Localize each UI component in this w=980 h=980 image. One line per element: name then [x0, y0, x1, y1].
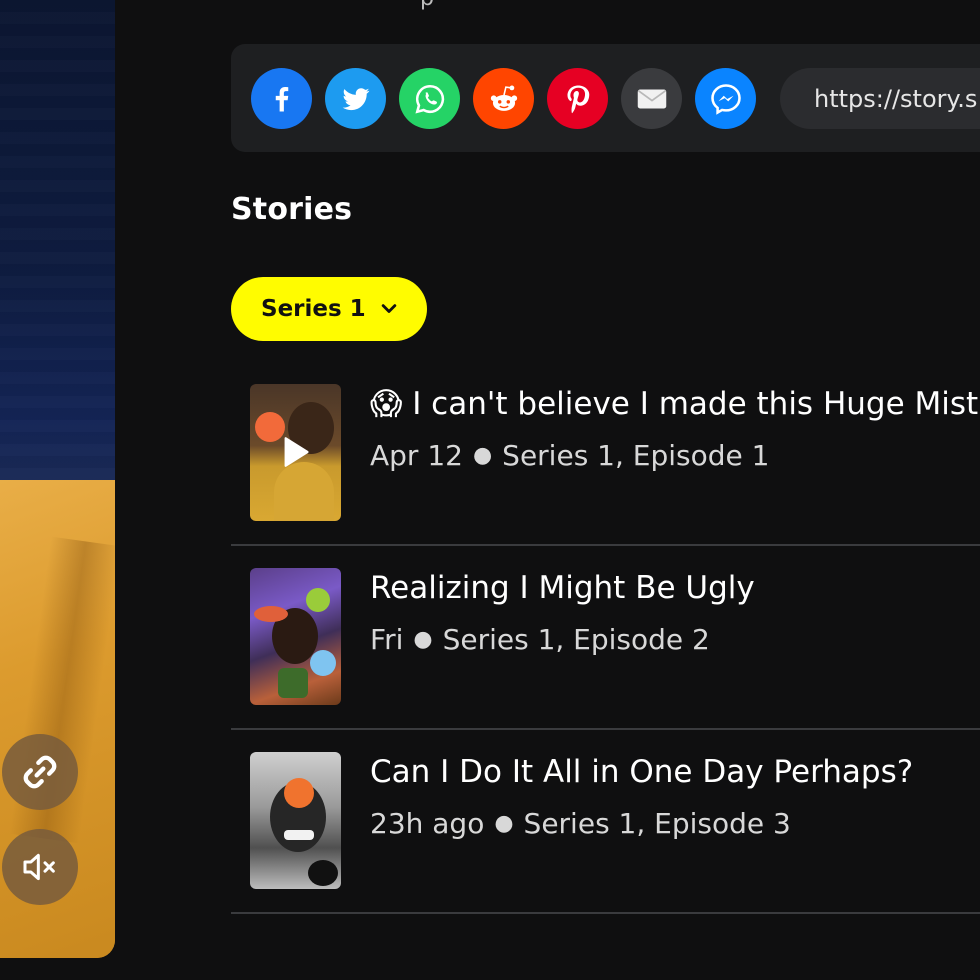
story-thumbnail[interactable]: [250, 384, 341, 521]
separator-dot: ●: [413, 627, 433, 652]
section-title: Stories: [231, 192, 353, 227]
story-episode: Series 1, Episode 3: [523, 807, 791, 840]
sticker-hat: [254, 606, 288, 622]
story-meta: Apr 12 ● Series 1, Episode 1: [370, 439, 769, 472]
messenger-icon: [710, 83, 741, 115]
story-thumbnail[interactable]: [250, 568, 341, 705]
story-title[interactable]: Realizing I Might Be Ugly: [370, 570, 755, 606]
sticker-green: [306, 588, 330, 612]
email-icon: [637, 89, 666, 108]
messenger-share-button[interactable]: [695, 68, 756, 129]
sticker-dark: [308, 860, 338, 886]
mute-button[interactable]: [2, 829, 78, 905]
story-meta: Fri ● Series 1, Episode 2: [370, 623, 710, 656]
story-episode: Series 1, Episode 1: [502, 439, 770, 472]
story-item[interactable]: 😱 I can't believe I made this Huge Mist …: [231, 362, 980, 546]
separator-dot: ●: [472, 443, 493, 468]
sticker-box: [278, 668, 308, 698]
angry-emoji-sticker: [255, 412, 285, 442]
thumb-shirt: [274, 462, 334, 521]
story-meta: 23h ago ● Series 1, Episode 3: [370, 807, 791, 840]
story-title[interactable]: Can I Do It All in One Day Perhaps?: [370, 754, 913, 790]
angry-emoji-sticker: [284, 778, 314, 808]
facebook-share-button[interactable]: [251, 68, 312, 129]
story-title-text: I can't believe I made this Huge Mist: [412, 386, 979, 422]
series-dropdown-label: Series 1: [261, 296, 366, 322]
video-player[interactable]: [0, 0, 115, 958]
whatsapp-share-button[interactable]: [399, 68, 460, 129]
series-dropdown[interactable]: Series 1: [231, 277, 427, 341]
story-date: Apr 12: [370, 439, 463, 472]
twitter-icon: [342, 87, 369, 110]
copy-link-button[interactable]: [2, 734, 78, 810]
story-title[interactable]: 😱 I can't believe I made this Huge Mist: [370, 386, 978, 422]
link-icon: [23, 755, 57, 789]
separator-dot: ●: [494, 811, 514, 836]
whatsapp-icon: [414, 84, 444, 114]
reddit-icon: [490, 85, 517, 111]
story-list: 😱 I can't believe I made this Huge Mist …: [231, 362, 980, 914]
story-date: Fri: [370, 623, 404, 656]
chevron-down-icon: [381, 304, 397, 313]
story-thumbnail[interactable]: [250, 752, 341, 889]
email-share-button[interactable]: [621, 68, 682, 129]
sticker-blue: [310, 650, 336, 676]
video-background: [0, 0, 115, 480]
story-date: 23h ago: [370, 807, 485, 840]
play-icon: [284, 437, 309, 467]
top-partial-text: p: [420, 0, 434, 11]
reddit-share-button[interactable]: [473, 68, 534, 129]
thumb-smile: [284, 830, 314, 840]
story-item[interactable]: Can I Do It All in One Day Perhaps? 23h …: [231, 730, 980, 914]
share-url-field[interactable]: https://story.s: [780, 68, 980, 129]
facebook-icon: [275, 86, 288, 111]
mute-icon: [23, 853, 55, 881]
share-bar: https://story.s: [231, 44, 980, 152]
story-emoji: 😱: [370, 386, 403, 422]
twitter-share-button[interactable]: [325, 68, 386, 129]
pinterest-share-button[interactable]: [547, 68, 608, 129]
story-episode: Series 1, Episode 2: [442, 623, 710, 656]
pinterest-icon: [567, 85, 589, 113]
story-item[interactable]: Realizing I Might Be Ugly Fri ● Series 1, …: [231, 546, 980, 730]
page: p: [0, 0, 980, 980]
